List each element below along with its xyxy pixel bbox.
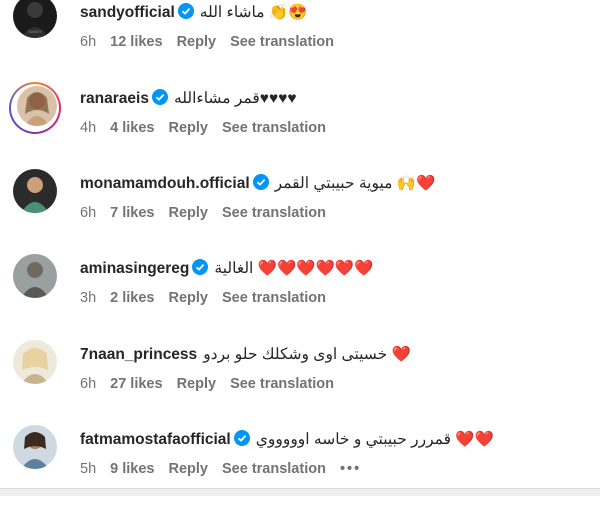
more-options-icon[interactable]: ••• — [340, 461, 361, 477]
comment-meta: 3h 2 likes Reply See translation — [80, 290, 340, 306]
avatar[interactable] — [13, 169, 57, 213]
username-link[interactable]: monamamdouh.official — [80, 175, 250, 192]
comment-line: ranaraeis قمر مشاءالله♥♥♥♥ — [80, 88, 297, 110]
comment-item: SANDY sandyofficial ماشاء الله 👏😍 6h 12 li… — [0, 0, 600, 87]
comment-line: aminasingereg الغالية ❤️❤️❤️❤️❤️❤️ — [80, 258, 373, 280]
comment-time: 3h — [80, 290, 97, 306]
likes-count[interactable]: 2 likes — [110, 290, 154, 306]
comment-text: قمررر حبيبتي و خاسه اوووووي ❤️❤️ — [255, 431, 494, 448]
comment-line: monamamdouh.official ميوية حبيبتي القمر 🙌… — [80, 173, 435, 195]
username-link[interactable]: ranaraeis — [80, 90, 149, 107]
comment-text: ماشاء الله 👏😍 — [199, 4, 308, 21]
see-translation-button[interactable]: See translation — [230, 34, 334, 50]
verified-badge-icon — [252, 174, 269, 190]
comment-line: fatmamostafaofficial قمررر حبيبتي و خاسه … — [80, 429, 494, 451]
avatar[interactable] — [17, 86, 57, 126]
comment-meta: 6h 7 likes Reply See translation — [80, 205, 340, 221]
comment-text: ميوية حبيبتي القمر 🙌❤️ — [274, 175, 436, 192]
comment-text: قمر مشاءالله♥♥♥♥ — [173, 90, 297, 107]
reply-button[interactable]: Reply — [177, 34, 217, 50]
see-translation-button[interactable]: See translation — [230, 376, 334, 392]
see-translation-button[interactable]: See translation — [222, 290, 326, 306]
avatar[interactable]: SANDY — [13, 0, 57, 38]
comment-item: monamamdouh.official ميوية حبيبتي القمر 🙌… — [0, 169, 600, 258]
comment-item: aminasingereg الغالية ❤️❤️❤️❤️❤️❤️ 3h 2 li… — [0, 254, 600, 343]
username-link[interactable]: sandyofficial — [80, 4, 175, 21]
comment-time: 4h — [80, 120, 97, 136]
avatar[interactable] — [13, 425, 57, 469]
verified-badge-icon — [233, 430, 250, 446]
comment-line: sandyofficial ماشاء الله 👏😍 — [80, 2, 307, 24]
comment-meta: 4h 4 likes Reply See translation — [80, 120, 340, 136]
verified-badge-icon — [192, 259, 209, 275]
likes-count[interactable]: 7 likes — [110, 205, 154, 221]
comment-item: fatmamostafaofficial قمررر حبيبتي و خاسه … — [0, 425, 600, 514]
username-link[interactable]: 7naan_princess — [80, 346, 197, 363]
likes-count[interactable]: 9 likes — [110, 461, 154, 477]
username-link[interactable]: fatmamostafaofficial — [80, 431, 231, 448]
comment-time: 5h — [80, 461, 97, 477]
comment-time: 6h — [80, 34, 97, 50]
reply-button[interactable]: Reply — [168, 120, 208, 136]
verified-badge-icon — [151, 89, 168, 105]
likes-count[interactable]: 12 likes — [110, 34, 162, 50]
comment-item: 7naan_princess خسيتى اوى وشكلك حلو بردو ❤… — [0, 340, 600, 429]
comment-text: الغالية ❤️❤️❤️❤️❤️❤️ — [214, 260, 374, 277]
comment-item: ranaraeis قمر مشاءالله♥♥♥♥ 4h 4 likes Reply… — [0, 82, 600, 173]
svg-text:SANDY: SANDY — [28, 29, 42, 34]
likes-count[interactable]: 4 likes — [110, 120, 154, 136]
see-translation-button[interactable]: See translation — [222, 120, 326, 136]
comment-time: 6h — [80, 205, 97, 221]
reply-button[interactable]: Reply — [168, 461, 208, 477]
see-translation-button[interactable]: See translation — [222, 205, 326, 221]
verified-badge-icon — [177, 3, 194, 19]
comment-time: 6h — [80, 376, 97, 392]
username-link[interactable]: aminasingereg — [80, 260, 189, 277]
comment-line: 7naan_princess خسيتى اوى وشكلك حلو بردو ❤… — [80, 344, 411, 366]
comment-meta: 6h 27 likes Reply See translation — [80, 376, 348, 392]
reply-button[interactable]: Reply — [168, 290, 208, 306]
comment-meta: 5h 9 likes Reply See translation ••• — [80, 461, 375, 477]
reply-button[interactable]: Reply — [168, 205, 208, 221]
reply-button[interactable]: Reply — [177, 376, 217, 392]
likes-count[interactable]: 27 likes — [110, 376, 162, 392]
comment-meta: 6h 12 likes Reply See translation — [80, 34, 348, 50]
avatar[interactable] — [13, 254, 57, 298]
avatar[interactable] — [13, 340, 57, 384]
comment-text: خسيتى اوى وشكلك حلو بردو ❤️ — [203, 346, 411, 363]
see-translation-button[interactable]: See translation — [222, 461, 326, 477]
